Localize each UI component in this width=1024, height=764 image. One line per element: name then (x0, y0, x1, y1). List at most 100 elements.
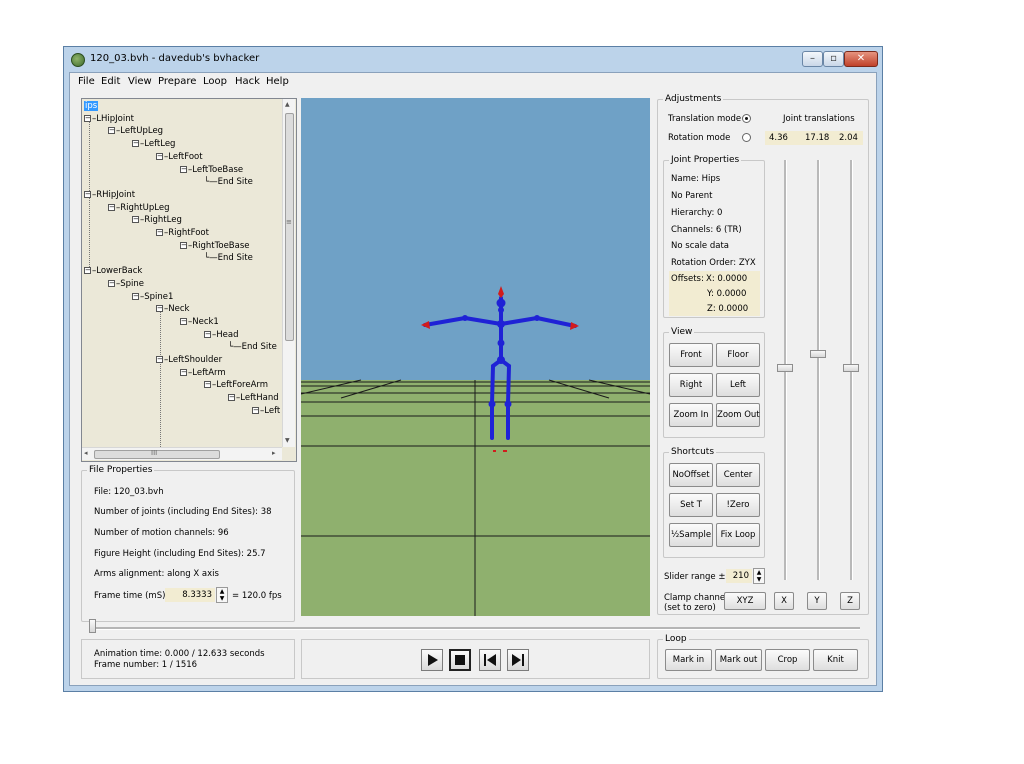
play-button[interactable] (421, 649, 443, 671)
tree-node[interactable]: └—End Site (204, 253, 253, 264)
clamp-y-button[interactable]: Y (807, 592, 827, 610)
mark-in-button[interactable]: Mark in (665, 649, 712, 671)
tree-node[interactable]: −–Left (252, 406, 280, 417)
x-slider-thumb[interactable] (777, 364, 793, 372)
tree-node[interactable]: −–RHipJoint (84, 190, 135, 201)
collapse-toggle-icon[interactable]: − (84, 190, 91, 198)
tree-node[interactable]: −–LeftHand (228, 393, 279, 404)
tree-node[interactable]: −–Spine (108, 279, 144, 290)
tree-node[interactable]: −–Head (204, 330, 238, 341)
mark-out-button[interactable]: Mark out (715, 649, 762, 671)
collapse-toggle-icon[interactable]: − (156, 356, 163, 363)
tree-node[interactable]: −–LeftFoot (156, 152, 203, 163)
menu-file[interactable]: File (78, 76, 95, 87)
skip-back-button[interactable] (479, 649, 501, 671)
knit-button[interactable]: Knit (813, 649, 858, 671)
timeline-thumb[interactable] (89, 619, 96, 633)
collapse-toggle-icon[interactable]: − (132, 140, 139, 148)
minimize-button[interactable]: – (802, 51, 823, 67)
tree-node[interactable]: −–LeftShoulder (156, 355, 222, 366)
skip-forward-button[interactable] (507, 649, 529, 671)
tree-node[interactable]: ips (84, 101, 99, 112)
frame-time-field[interactable]: 8.3333 (165, 588, 215, 602)
slider-range-field[interactable]: 210 (726, 569, 752, 583)
tree-vertical-thumb[interactable]: ≡ (285, 113, 294, 341)
stop-button[interactable] (449, 649, 471, 671)
timeline-track[interactable] (92, 627, 860, 630)
hierarchy-tree[interactable]: ips −–LHipJoint −–LeftUpLeg −–LeftLeg −–Left… (81, 98, 297, 462)
zero-button[interactable]: !Zero (716, 493, 760, 517)
scroll-right-arrow-icon[interactable]: ▸ (272, 449, 276, 457)
collapse-toggle-icon[interactable]: − (156, 305, 163, 313)
3d-viewport[interactable] (301, 98, 650, 616)
tree-node[interactable]: −–RightFoot (156, 228, 209, 239)
tree-node[interactable]: −–Neck1 (180, 317, 219, 328)
collapse-toggle-icon[interactable]: − (156, 229, 163, 236)
menu-loop[interactable]: Loop (203, 76, 227, 87)
collapse-toggle-icon[interactable]: − (252, 406, 259, 414)
nooffset-button[interactable]: NoOffset (669, 463, 713, 487)
left-button[interactable]: Left (716, 373, 760, 397)
title-bar[interactable]: 120_03.bvh - davedub's bvhacker – ▫ ✕ (64, 47, 882, 72)
half-sample-button[interactable]: ½Sample (669, 523, 713, 547)
tree-node[interactable]: −–LeftToeBase (180, 165, 243, 176)
maximize-button[interactable]: ▫ (823, 51, 844, 67)
menu-prepare[interactable]: Prepare (158, 76, 196, 87)
tree-node[interactable]: −–RightToeBase (180, 241, 250, 252)
scroll-left-arrow-icon[interactable]: ◂ (84, 449, 88, 457)
tree-node[interactable]: −–LeftForeArm (204, 380, 268, 391)
fix-loop-button[interactable]: Fix Loop (716, 523, 760, 547)
zoom-in-button[interactable]: Zoom In (669, 403, 713, 427)
collapse-toggle-icon[interactable]: − (108, 279, 115, 287)
collapse-toggle-icon[interactable]: − (84, 267, 91, 275)
collapse-toggle-icon[interactable]: − (204, 381, 211, 389)
scroll-up-arrow-icon[interactable]: ▲ (285, 101, 290, 108)
scroll-down-arrow-icon[interactable]: ▼ (285, 437, 290, 444)
tree-node[interactable]: −–LeftArm (180, 368, 226, 379)
tree-vertical-scrollbar[interactable]: ▲ ≡ ▼ (282, 99, 295, 447)
tree-node[interactable]: −–RightLeg (132, 215, 182, 226)
clamp-z-button[interactable]: Z (840, 592, 860, 610)
z-slider-thumb[interactable] (843, 364, 859, 372)
translation-mode-radio[interactable] (742, 114, 751, 123)
slider-range-stepper[interactable]: ▲ ▼ (753, 568, 765, 584)
menu-edit[interactable]: Edit (101, 76, 120, 87)
collapse-toggle-icon[interactable]: − (228, 394, 235, 402)
clamp-x-button[interactable]: X (774, 592, 794, 610)
tree-node[interactable]: └—End Site (228, 342, 277, 353)
menu-hack[interactable]: Hack (235, 76, 260, 87)
set-t-button[interactable]: Set T (669, 493, 713, 517)
tree-node[interactable]: −–Neck (156, 304, 189, 315)
tree-node[interactable]: −–LeftLeg (132, 139, 175, 150)
collapse-toggle-icon[interactable]: − (132, 292, 139, 300)
frame-time-stepper[interactable]: ▲ ▼ (216, 587, 228, 603)
collapse-toggle-icon[interactable]: − (180, 317, 187, 325)
collapse-toggle-icon[interactable]: − (204, 330, 211, 338)
menu-view[interactable]: View (128, 76, 152, 87)
collapse-toggle-icon[interactable]: − (132, 216, 139, 224)
rotation-mode-radio[interactable] (742, 133, 751, 142)
collapse-toggle-icon[interactable]: − (108, 127, 115, 135)
tree-node[interactable]: −–RightUpLeg (108, 203, 169, 214)
zoom-out-button[interactable]: Zoom Out (716, 403, 760, 427)
tree-horizontal-thumb[interactable]: III (94, 449, 220, 459)
collapse-toggle-icon[interactable]: − (156, 152, 163, 160)
center-button[interactable]: Center (716, 463, 760, 487)
tree-node[interactable]: −–Spine1 (132, 292, 173, 303)
tree-node[interactable]: └—End Site (204, 177, 253, 188)
clamp-xyz-button[interactable]: XYZ (724, 592, 766, 610)
menu-help[interactable]: Help (266, 76, 289, 87)
collapse-toggle-icon[interactable]: − (108, 203, 115, 211)
y-slider-track[interactable] (817, 160, 820, 580)
collapse-toggle-icon[interactable]: − (180, 368, 187, 376)
collapse-toggle-icon[interactable]: − (180, 241, 187, 249)
floor-button[interactable]: Floor (716, 343, 760, 367)
tree-node[interactable]: −–LowerBack (84, 266, 142, 277)
tree-node[interactable]: −–LHipJoint (84, 114, 134, 125)
front-button[interactable]: Front (669, 343, 713, 367)
collapse-toggle-icon[interactable]: − (84, 114, 91, 122)
close-button[interactable]: ✕ (844, 51, 878, 67)
tree-node[interactable]: −–LeftUpLeg (108, 126, 163, 137)
right-button[interactable]: Right (669, 373, 713, 397)
tree-horizontal-scrollbar[interactable]: ◂ III ▸ (82, 447, 282, 460)
